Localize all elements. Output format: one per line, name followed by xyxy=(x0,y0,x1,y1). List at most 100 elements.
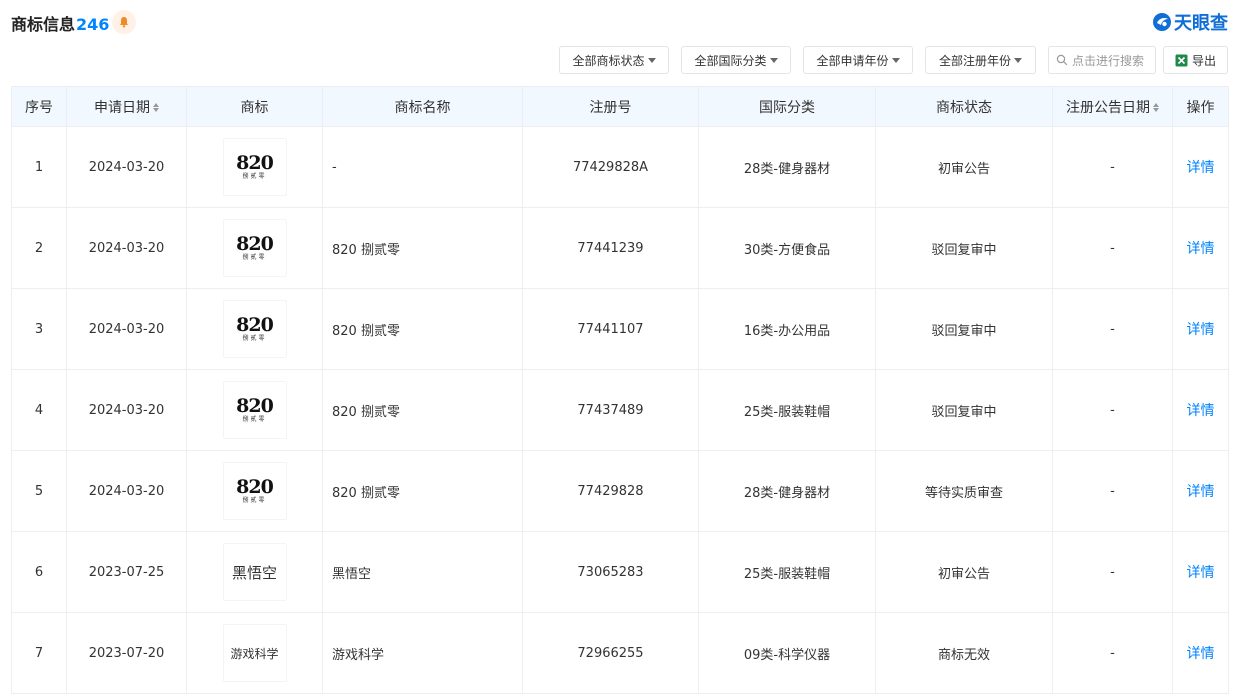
filter-apply-year[interactable]: 全部申请年份 xyxy=(803,46,913,74)
bell-icon[interactable] xyxy=(112,10,136,34)
cell-status: 商标无效 xyxy=(875,612,1053,694)
cell-status: 等待实质审查 xyxy=(875,450,1053,532)
cell-apply-date: 2024-03-20 xyxy=(66,126,187,208)
cell-announce-date: - xyxy=(1052,531,1173,613)
cell-status: 驳回复审中 xyxy=(875,207,1053,289)
table-row: 2 2024-03-20 820 捌贰零 820 捌贰零 77441239 30类-方便食品… xyxy=(11,207,1229,289)
sort-arrows-icon[interactable] xyxy=(153,103,159,112)
cell-apply-date: 2024-03-20 xyxy=(66,450,187,532)
cell-announce-date: - xyxy=(1052,288,1173,370)
toolbar: 全部商标状态 全部国际分类 全部申请年份 全部注册年份 点击进行搜索 导出 xyxy=(0,46,1242,74)
brand-logo[interactable]: 天眼查 xyxy=(1152,9,1228,35)
export-button[interactable]: 导出 xyxy=(1163,46,1228,74)
cell-action: 详情 xyxy=(1172,288,1229,370)
mark-subtext: 捌贰零 xyxy=(242,497,267,504)
detail-link[interactable]: 详情 xyxy=(1187,646,1215,662)
detail-link[interactable]: 详情 xyxy=(1187,160,1215,176)
filter-intl-class[interactable]: 全部国际分类 xyxy=(681,46,791,74)
mark-text: 黑悟空 xyxy=(231,563,277,582)
table-row: 3 2024-03-20 820 捌贰零 820 捌贰零 77441107 16类-办公用品… xyxy=(11,288,1229,370)
caret-down-icon xyxy=(1014,57,1022,63)
sort-arrows-icon[interactable] xyxy=(1153,103,1159,112)
col-header-apply-date[interactable]: 申请日期 xyxy=(66,86,187,127)
mark-number: 820 xyxy=(236,476,274,498)
search-icon xyxy=(1056,54,1068,66)
table-row: 1 2024-03-20 820 捌贰零 -77429828A 28类-健身器材 初审公告 -… xyxy=(11,126,1229,208)
cell-reg-no: 77437489 xyxy=(522,369,699,451)
caret-down-icon xyxy=(769,57,778,63)
cell-mark: 820 捌贰零 xyxy=(186,369,323,451)
col-header-announce-date[interactable]: 注册公告日期 xyxy=(1052,86,1173,127)
filter-trademark-status[interactable]: 全部商标状态 xyxy=(559,46,669,74)
mark-subtext: 捌贰零 xyxy=(242,335,267,342)
cell-name: 820 捌贰零 xyxy=(322,369,523,451)
cell-mark: 黑悟空 xyxy=(186,531,323,613)
cell-action: 详情 xyxy=(1172,612,1229,694)
cell-index: 2 xyxy=(11,207,67,289)
title-count: 246 xyxy=(76,15,110,34)
cell-apply-date: 2024-03-20 xyxy=(66,369,187,451)
detail-link[interactable]: 详情 xyxy=(1187,565,1215,581)
filter-register-year[interactable]: 全部注册年份 xyxy=(925,46,1036,74)
detail-link[interactable]: 详情 xyxy=(1187,403,1215,419)
cell-mark: 820 捌贰零 xyxy=(186,207,323,289)
cell-intl-class: 28类-健身器材 xyxy=(698,450,876,532)
cell-index: 1 xyxy=(11,126,67,208)
cell-action: 详情 xyxy=(1172,531,1229,613)
cell-intl-class: 16类-办公用品 xyxy=(698,288,876,370)
cell-intl-class: 30类-方便食品 xyxy=(698,207,876,289)
column-label: 序号 xyxy=(25,99,53,116)
trademark-logo-image[interactable]: 820 捌贰零 xyxy=(222,138,287,196)
column-label: 操作 xyxy=(1186,99,1215,116)
cell-status: 驳回复审中 xyxy=(875,369,1053,451)
cell-index: 5 xyxy=(11,450,67,532)
cell-mark: 820 捌贰零 xyxy=(186,450,323,532)
cell-name: 820 捌贰零 xyxy=(322,450,523,532)
trademark-logo-image[interactable]: 820 捌贰零 xyxy=(222,300,287,358)
cell-apply-date: 2023-07-25 xyxy=(66,531,187,613)
trademark-logo-image[interactable]: 820 捌贰零 xyxy=(222,462,287,520)
table-body: 1 2024-03-20 820 捌贰零 -77429828A 28类-健身器材 初审公告 -… xyxy=(11,126,1229,694)
col-header-reg-no: 注册号 xyxy=(522,86,699,127)
column-label: 国际分类 xyxy=(759,99,815,116)
search-input[interactable]: 点击进行搜索 xyxy=(1048,46,1156,74)
cell-status: 驳回复审中 xyxy=(875,288,1053,370)
cell-status: 初审公告 xyxy=(875,531,1053,613)
mark-number: 820 xyxy=(236,395,274,417)
mark-text: 游戏科学 xyxy=(230,646,279,661)
cell-index: 4 xyxy=(11,369,67,451)
column-label: 商标状态 xyxy=(936,99,992,116)
cell-name: - xyxy=(322,126,523,208)
table-row: 4 2024-03-20 820 捌贰零 820 捌贰零 77437489 25类-服装鞋帽… xyxy=(11,369,1229,451)
cell-apply-date: 2024-03-20 xyxy=(66,288,187,370)
detail-link[interactable]: 详情 xyxy=(1187,241,1215,257)
cell-mark: 820 捌贰零 xyxy=(186,288,323,370)
trademark-logo-image[interactable]: 820 捌贰零 xyxy=(222,381,287,439)
cell-intl-class: 28类-健身器材 xyxy=(698,126,876,208)
search-placeholder: 点击进行搜索 xyxy=(1072,53,1145,68)
mark-subtext: 捌贰零 xyxy=(242,173,267,180)
cell-action: 详情 xyxy=(1172,207,1229,289)
trademark-text-image[interactable]: 黑悟空 xyxy=(222,543,287,601)
cell-apply-date: 2023-07-20 xyxy=(66,612,187,694)
cell-name: 游戏科学 xyxy=(322,612,523,694)
cell-intl-class: 09类-科学仪器 xyxy=(698,612,876,694)
page-title: 商标信息246 xyxy=(11,11,109,35)
filter-label: 全部注册年份 xyxy=(938,53,1011,68)
cell-intl-class: 25类-服装鞋帽 xyxy=(698,531,876,613)
cell-reg-no: 77441239 xyxy=(522,207,699,289)
trademark-logo-image[interactable]: 820 捌贰零 xyxy=(222,219,287,277)
col-header-index: 序号 xyxy=(11,86,67,127)
caret-down-icon xyxy=(647,57,656,63)
brand-name: 天眼查 xyxy=(1174,13,1228,34)
table-header-row: 序号 申请日期 商标 商标名称 注册号 国际分类 商标状态 注册公告日期 操作 xyxy=(11,86,1229,127)
trademark-text-image[interactable]: 游戏科学 xyxy=(222,624,287,682)
cell-reg-no: 72966255 xyxy=(522,612,699,694)
detail-link[interactable]: 详情 xyxy=(1187,322,1215,338)
detail-link[interactable]: 详情 xyxy=(1187,484,1215,500)
column-label: 注册号 xyxy=(589,99,632,116)
page-header: 商标信息246 天眼查 xyxy=(0,0,1242,44)
cell-index: 7 xyxy=(11,612,67,694)
mark-subtext: 捌贰零 xyxy=(242,416,267,423)
mark-number: 820 xyxy=(236,233,274,255)
